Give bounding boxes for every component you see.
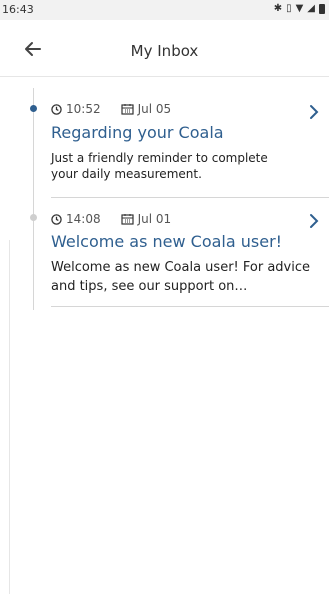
page-title: My Inbox xyxy=(130,42,199,60)
unread-indicator-dot xyxy=(30,105,37,112)
message-preview: Just a friendly reminder to complete you… xyxy=(51,151,268,181)
vibrate-icon: ▯ xyxy=(286,3,292,14)
divider xyxy=(51,197,329,198)
message-meta: 10:52 Jul 05 xyxy=(51,102,171,116)
battery-icon xyxy=(319,3,325,14)
message-time: 10:52 xyxy=(66,102,101,116)
left-edge-line xyxy=(9,240,10,594)
message-date: Jul 01 xyxy=(137,212,172,226)
divider xyxy=(51,306,329,307)
chevron-right-icon[interactable] xyxy=(307,104,321,120)
calendar-icon xyxy=(120,214,134,225)
calendar-icon xyxy=(120,104,134,115)
message-meta: 14:08 Jul 01 xyxy=(51,212,171,226)
status-bar: 16:43 ✱ ▯ ▼ ◢ xyxy=(0,0,329,20)
status-time: 16:43 xyxy=(2,3,34,16)
clock-icon xyxy=(51,213,62,225)
bluetooth-icon: ✱ xyxy=(273,3,283,14)
clock-icon xyxy=(51,103,62,115)
timeline-line xyxy=(33,88,34,310)
status-icons: ✱ ▯ ▼ ◢ xyxy=(274,3,325,14)
signal-icon: ◢ xyxy=(307,3,315,14)
message-preview: Welcome as new Coala user! For advice an… xyxy=(51,260,310,294)
message-subject: Welcome as new Coala user! xyxy=(51,232,283,251)
message-date: Jul 05 xyxy=(137,102,172,116)
wifi-icon: ▼ xyxy=(295,3,304,14)
read-indicator-dot xyxy=(30,214,37,221)
message-subject: Regarding your Coala xyxy=(51,123,224,142)
chevron-right-icon[interactable] xyxy=(307,213,321,229)
message-time: 14:08 xyxy=(66,212,101,226)
app-bar: My Inbox xyxy=(0,20,329,77)
